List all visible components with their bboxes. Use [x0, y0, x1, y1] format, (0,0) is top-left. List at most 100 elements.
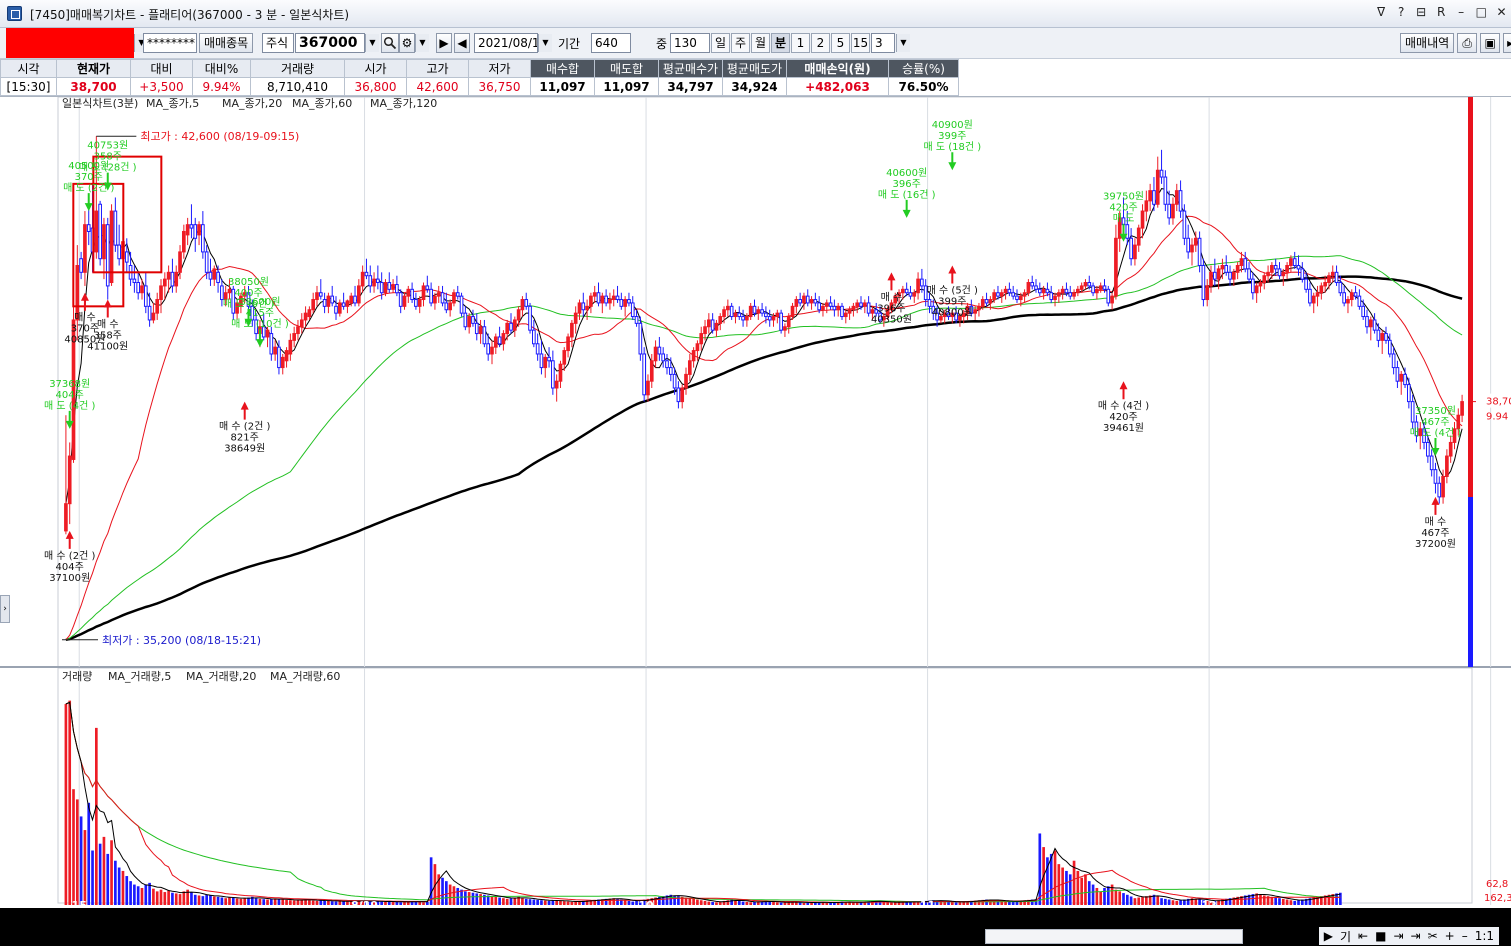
sell-annotation-text: 467주 — [1421, 417, 1449, 428]
volume-bar — [1080, 877, 1083, 905]
candle-body — [482, 326, 487, 345]
sell-annotation-text: 404주 — [56, 390, 84, 401]
tools-icon[interactable]: ⚙ — [399, 33, 415, 53]
close-icon[interactable]: ✕ — [1496, 5, 1507, 19]
scroll-start-icon[interactable]: ⇤ — [1358, 929, 1368, 943]
timeframe-week[interactable]: 주 — [731, 33, 750, 53]
chevron-down-icon[interactable]: ▼ — [896, 34, 910, 52]
candle-body — [429, 288, 433, 304]
chevron-down-icon[interactable]: ▼ — [415, 34, 429, 52]
volume-bar — [209, 895, 212, 905]
next-arrow-icon[interactable]: ▶ — [436, 33, 452, 53]
chart-scrollbar[interactable] — [985, 929, 1243, 944]
candle-body — [996, 292, 1000, 297]
volume-bar — [1297, 900, 1300, 905]
zoom-level[interactable]: 1:1 — [1475, 929, 1494, 943]
candle-body — [1049, 292, 1054, 301]
candle-body — [493, 336, 498, 348]
date-input[interactable]: 2021/08/19 — [474, 33, 538, 53]
candlestick-chart[interactable]: 일본식차트(3분) MA_종가,5 MA_종가,20 MA_종가,60 MA_종가,12… — [0, 97, 1511, 909]
timeframe-month[interactable]: 월 — [751, 33, 770, 53]
candle-body — [170, 271, 175, 287]
chart-area[interactable]: 일본식차트(3분) MA_종가,5 MA_종가,20 MA_종가,60 MA_종가,12… — [0, 96, 1511, 909]
trade-items-button[interactable]: 매매종목 — [199, 33, 254, 53]
search-icon[interactable] — [381, 33, 399, 53]
buy-annotation-text: 399주 — [938, 297, 966, 308]
candle-body — [1387, 339, 1392, 355]
minimize-icon[interactable]: – — [1456, 5, 1467, 19]
overlap-input[interactable]: 130 — [670, 33, 710, 53]
volume-bar — [220, 897, 224, 905]
candle-body — [1323, 282, 1327, 287]
account-password-field[interactable]: ******** — [143, 33, 197, 53]
volume-bar — [1274, 897, 1278, 905]
zoom-out-icon[interactable]: – — [1462, 929, 1468, 943]
volume-bar — [425, 901, 429, 905]
candle-body — [318, 292, 323, 297]
chevron-down-icon[interactable]: ▼ — [365, 34, 379, 52]
cut-icon[interactable]: ✂ — [1428, 929, 1438, 943]
maximize-icon[interactable]: □ — [1476, 5, 1487, 19]
timeframe-2[interactable]: 2 — [811, 33, 830, 53]
volume-bar — [696, 899, 699, 905]
candle-body — [1357, 295, 1362, 307]
timeframe-1[interactable]: 1 — [791, 33, 810, 53]
expand-panel-arrow-icon[interactable]: › — [0, 595, 10, 623]
save-icon[interactable]: ▣ — [1480, 33, 1501, 53]
candle-body — [1368, 319, 1373, 328]
volume-bar — [193, 894, 197, 905]
candle-body — [1155, 169, 1160, 205]
help-icon[interactable]: ? — [1396, 5, 1407, 19]
scroll-end2-icon[interactable]: ⇥ — [1411, 929, 1421, 943]
volume-bar — [795, 902, 798, 905]
buy-annotation-text: 매 수 (2건 ) — [44, 550, 95, 562]
candle-body — [113, 210, 118, 246]
candle-body — [847, 309, 852, 314]
candle-body — [1292, 258, 1297, 267]
scroll-end-icon[interactable]: ⇥ — [1393, 929, 1403, 943]
more-icon[interactable]: ▸ — [1503, 33, 1511, 53]
calendar-dropdown-icon[interactable]: ▼ — [538, 34, 552, 52]
timeframe-15[interactable]: 15 — [851, 33, 870, 53]
volume-bar — [1129, 896, 1133, 905]
volume-bar — [243, 898, 247, 905]
candle-body — [1311, 295, 1316, 304]
summary-time: [15:30] — [0, 77, 57, 96]
market-type-select[interactable]: 주식 — [262, 33, 294, 53]
stop-icon[interactable]: ■ — [1375, 929, 1386, 943]
candle-body — [1197, 237, 1202, 267]
price-legend-item: 일본식차트(3분) — [62, 97, 138, 110]
summary-header: 저가 — [468, 59, 531, 78]
window-list-icon[interactable]: ⊟ — [1416, 5, 1427, 19]
candle-body — [1037, 288, 1042, 294]
volume-bar — [490, 896, 494, 905]
volume-bar — [1167, 899, 1171, 905]
volume-bar — [958, 901, 962, 905]
volume-bar — [1068, 874, 1072, 905]
volume-bar — [745, 901, 749, 905]
timeframe-5[interactable]: 5 — [831, 33, 850, 53]
prev-arrow-icon[interactable]: ◀ — [454, 33, 470, 53]
candle-body — [421, 285, 426, 301]
timeframe-custom[interactable]: 3 — [871, 33, 895, 53]
candle-body — [277, 346, 281, 369]
print-icon[interactable]: ⎙ — [1457, 33, 1478, 53]
volume-bar — [292, 900, 296, 905]
trade-history-button[interactable]: 매매내역 — [1400, 33, 1455, 53]
volume-bar — [167, 890, 170, 905]
volume-bar — [1293, 900, 1297, 905]
zoom-in-icon[interactable]: + — [1445, 929, 1455, 943]
volume-bar — [513, 897, 517, 905]
stock-code-input[interactable]: 367000 — [295, 33, 365, 53]
candle-body — [444, 302, 449, 311]
volume-bar — [87, 802, 91, 905]
timeframe-minute[interactable]: 분 — [771, 33, 790, 53]
buy-annotation-text: 매 수 (4건 ) — [1098, 400, 1149, 412]
sell-annotation-text: 37368원 — [49, 378, 90, 390]
period-input[interactable]: 640 — [591, 33, 631, 53]
refresh-icon[interactable]: R — [1436, 5, 1447, 19]
scroll-right-icon[interactable]: ▶ — [1324, 929, 1333, 943]
timeframe-day[interactable]: 일 — [711, 33, 730, 53]
period-toggle-icon[interactable]: 기 — [1340, 928, 1351, 945]
dropdown-icon[interactable]: ᐁ — [1376, 5, 1387, 19]
